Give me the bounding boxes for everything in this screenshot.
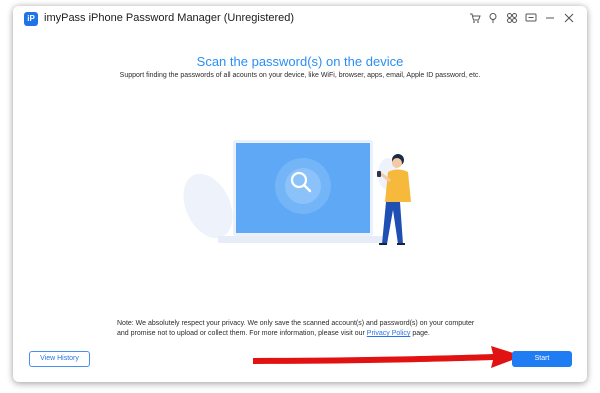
- minimize-icon[interactable]: [543, 11, 557, 25]
- privacy-note-suffix: page.: [410, 330, 430, 337]
- start-button[interactable]: Start: [512, 351, 572, 367]
- title-bar: iP imyPass iPhone Password Manager (Unre…: [13, 6, 587, 31]
- app-window: iP imyPass iPhone Password Manager (Unre…: [13, 6, 587, 382]
- message-icon[interactable]: [524, 11, 538, 25]
- window-title: imyPass iPhone Password Manager (Unregis…: [44, 12, 295, 24]
- bulb-icon[interactable]: [486, 11, 500, 25]
- view-history-button[interactable]: View History: [29, 351, 90, 367]
- page-heading: Scan the password(s) on the device: [196, 54, 404, 69]
- grid-icon[interactable]: [505, 11, 519, 25]
- cart-icon[interactable]: [468, 11, 482, 25]
- scan-illustration: [183, 140, 411, 245]
- red-arrow-annotation: [253, 346, 523, 368]
- privacy-policy-link[interactable]: Privacy Policy: [367, 330, 411, 337]
- page-subheading: Support finding the passwords of all aco…: [119, 72, 481, 79]
- app-logo: iP: [24, 12, 38, 26]
- privacy-note: Note: We absolutely respect your privacy…: [117, 319, 487, 339]
- close-icon[interactable]: [562, 11, 576, 25]
- magnifier-icon: [275, 158, 331, 214]
